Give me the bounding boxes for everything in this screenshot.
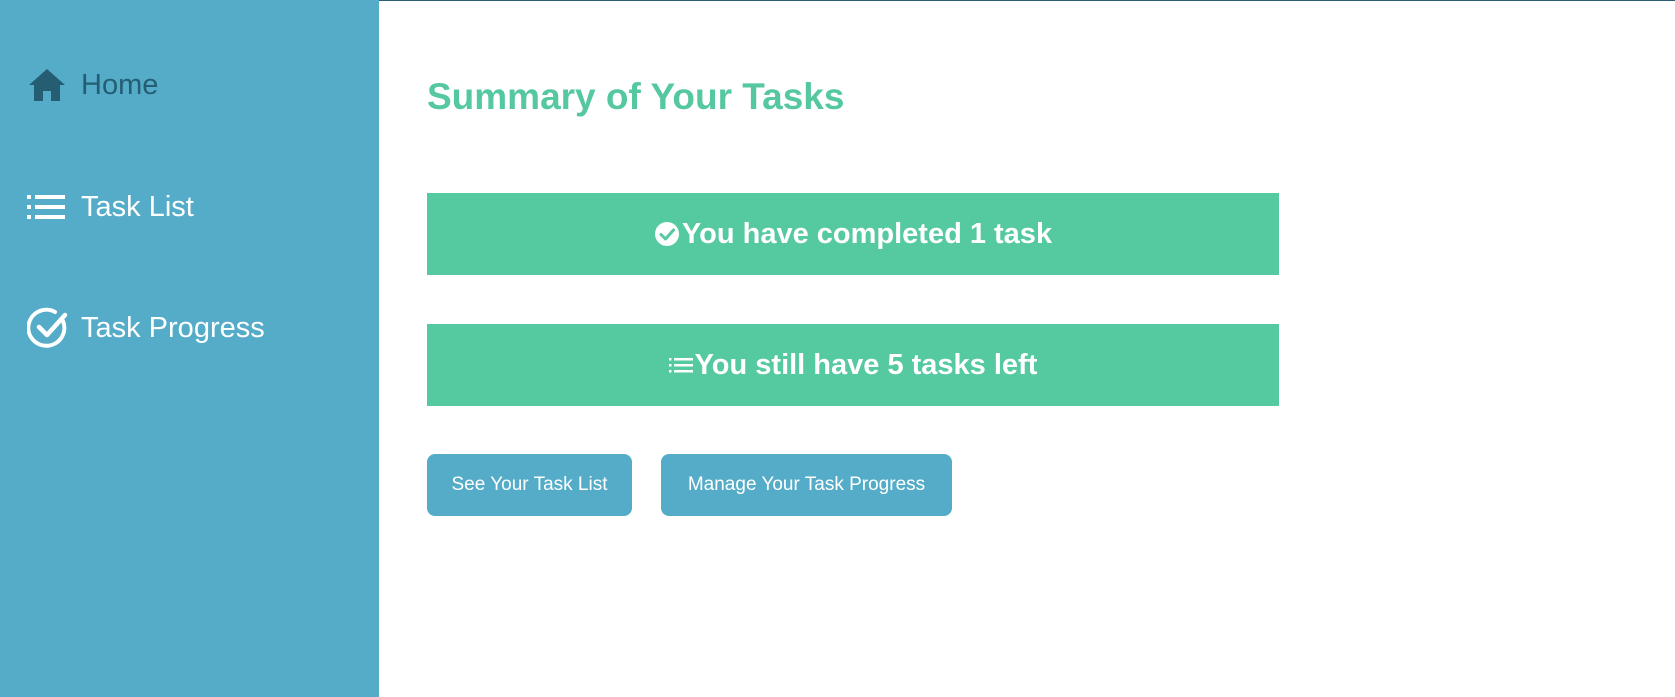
sidebar-item-task-list[interactable]: Task List — [27, 185, 194, 229]
sidebar-item-label: Home — [81, 68, 159, 101]
completed-summary-text: You have completed 1 task — [681, 217, 1053, 250]
sidebar-item-label: Task Progress — [81, 311, 265, 344]
app-window: Home Task List Task Progress Summary of … — [0, 0, 1675, 697]
sidebar-item-task-progress[interactable]: Task Progress — [27, 306, 265, 350]
completed-summary-box: You have completed 1 task — [427, 193, 1279, 275]
sidebar-item-label: Task List — [81, 190, 194, 223]
check-circle-filled-icon — [654, 221, 680, 247]
main-content: Summary of Your Tasks You have completed… — [379, 0, 1675, 697]
see-task-list-button[interactable]: See Your Task List — [427, 454, 632, 516]
sidebar-item-home[interactable]: Home — [27, 63, 158, 107]
remaining-summary-box: You still have 5 tasks left — [427, 324, 1279, 406]
remaining-summary-text: You still have 5 tasks left — [694, 348, 1038, 381]
home-icon — [27, 64, 69, 106]
page-title: Summary of Your Tasks — [427, 76, 845, 117]
list-icon — [668, 357, 693, 373]
sidebar: Home Task List Task Progress — [0, 0, 379, 697]
list-icon — [27, 186, 69, 228]
check-circle-icon — [27, 307, 69, 349]
manage-task-progress-button[interactable]: Manage Your Task Progress — [661, 454, 952, 516]
